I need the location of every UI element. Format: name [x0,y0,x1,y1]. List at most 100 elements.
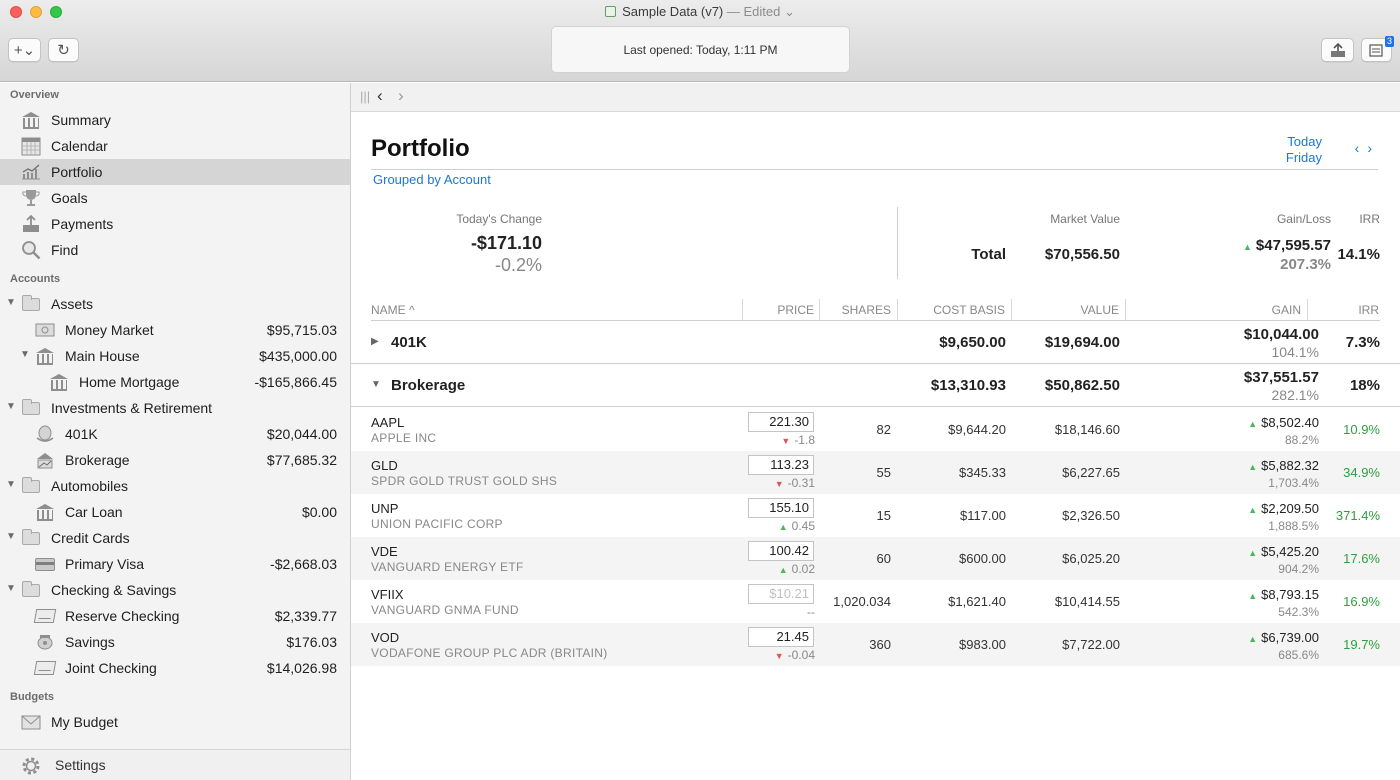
disclosure-triangle-icon[interactable]: ▼ [5,583,17,594]
sidebar-item-primary-visa[interactable]: Primary Visa -$2,668.03 [0,551,350,577]
up-arrow-icon: ▲ [778,522,788,532]
reminders-icon [1368,44,1383,57]
column-header-price[interactable]: PRICE [742,299,820,321]
holding-irr: 371.4% [1335,508,1380,523]
price-change-value: -0.31 [787,476,815,490]
gain-loss-total-value: $47,595.57 [1255,237,1331,254]
sidebar-item-calendar[interactable]: Calendar [0,133,350,159]
column-header-gain[interactable]: GAIN [1125,299,1307,321]
price-input[interactable]: 100.42 [748,541,814,561]
add-button[interactable]: +⌄ [8,38,41,62]
market-value-label: Market Value [1050,212,1120,226]
sidebar-group-assets[interactable]: ▼ Assets [0,291,350,317]
gain-up-arrow-icon: ▲ [1243,242,1252,252]
sidebar-item-portfolio[interactable]: Portfolio [0,159,350,185]
group-row-brokerage[interactable]: ▼ Brokerage $13,310.93 $50,862.50 $37,55… [351,364,1400,407]
account-balance: $14,026.98 [266,660,337,676]
price-change: ▲ 0.45 [779,519,815,533]
column-header-irr[interactable]: IRR [1307,299,1385,321]
holding-gain-amount: $8,793.15 [1261,587,1319,602]
sidebar-toggle-icon[interactable]: ||| [360,89,370,104]
holding-row-gld[interactable]: GLD SPDR GOLD TRUST GOLD SHS 113.23 ▼ -0.… [351,451,1400,494]
sidebar-item-payments[interactable]: Payments [0,211,350,237]
disclosure-triangle-icon[interactable]: ▼ [5,531,17,542]
sidebar-item-brokerage[interactable]: Brokerage $77,685.32 [0,447,350,473]
column-header-shares[interactable]: SHARES [819,299,897,321]
sidebar-item-label: Joint Checking [65,660,157,676]
price-input[interactable]: 21.45 [748,627,814,647]
holding-gain-percent: 904.2% [1278,562,1319,576]
grouping-selector[interactable]: Grouped by Account [373,172,491,187]
group-gain-amount: $10,044.00 [1243,326,1319,343]
sidebar-item-label: Reserve Checking [65,608,180,624]
folder-icon [21,294,41,314]
sidebar-item-money-market[interactable]: Money Market $95,715.03 [0,317,350,343]
date-selector[interactable]: Today Friday [1286,134,1322,166]
irr-label: IRR [1359,212,1380,226]
disclosure-triangle-expanded-icon[interactable]: ▼ [371,379,381,390]
group-name: Brokerage [391,377,466,394]
sidebar-item-find[interactable]: Find [0,237,350,263]
price-change-value: -1.8 [794,433,815,447]
check-icon [33,658,57,678]
bank-icon [35,502,55,522]
sidebar-item-home-mortgage[interactable]: Home Mortgage -$165,866.45 [0,369,350,395]
column-header-value[interactable]: VALUE [1011,299,1125,321]
holding-shares: 15 [876,508,891,523]
next-date-icon[interactable]: › [1367,140,1380,156]
sidebar-item-savings[interactable]: Savings $176.03 [0,629,350,655]
disclosure-triangle-icon[interactable]: ▼ [19,349,31,360]
price-input[interactable]: 155.10 [748,498,814,518]
group-irr: 18% [1349,377,1380,394]
previous-date-icon[interactable]: ‹ [1355,140,1368,156]
disclosure-triangle-icon[interactable]: ▼ [5,297,17,308]
sidebar-item-reserve-checking[interactable]: Reserve Checking $2,339.77 [0,603,350,629]
section-accounts: Accounts [10,273,61,285]
settings-button[interactable]: Settings [0,749,350,780]
column-header-name[interactable]: NAME ^ [371,299,571,321]
up-arrow-icon: ▲ [1248,591,1258,601]
price-change-value: 0.02 [791,562,815,576]
edited-indicator[interactable]: — Edited ⌄ [727,4,795,19]
sidebar-item-my-budget[interactable]: My Budget [0,709,350,735]
price-input[interactable]: $10.21 [748,584,814,604]
window-titlebar: Sample Data (v7) — Edited ⌄ +⌄ ↻ Last op… [0,0,1400,82]
share-button[interactable] [1321,38,1354,62]
reminders-button[interactable]: 3 [1361,36,1394,62]
holding-symbol: GLD [371,458,398,473]
sidebar-group-investments[interactable]: ▼ Investments & Retirement [0,395,350,421]
sidebar-group-automobiles[interactable]: ▼ Automobiles [0,473,350,499]
holding-row-vod[interactable]: VOD VODAFONE GROUP PLC ADR (BRITAIN) 21.… [351,623,1400,666]
sidebar-item-summary[interactable]: Summary [0,107,350,133]
sidebar-item-401k[interactable]: 401K $20,044.00 [0,421,350,447]
holding-row-aapl[interactable]: AAPL APPLE INC 221.30 ▼ -1.8 82 $9,644.20… [351,408,1400,451]
nest-egg-icon [35,424,55,444]
sidebar-item-main-house[interactable]: ▼ Main House $435,000.00 [0,343,350,369]
holding-row-unp[interactable]: UNP UNION PACIFIC CORP 155.10 ▲ 0.45 15 $… [351,494,1400,537]
forward-arrow-icon[interactable]: › [398,86,404,106]
price-input[interactable]: 221.30 [748,412,814,432]
group-row-401k[interactable]: ▶ 401K $9,650.00 $19,694.00 $10,044.00 10… [351,321,1400,364]
holding-gain: ▲ $5,425.20 904.2% [1248,544,1319,577]
sidebar-item-car-loan[interactable]: Car Loan $0.00 [0,499,350,525]
column-header-cost-basis[interactable]: COST BASIS [897,299,1011,321]
sidebar-item-goals[interactable]: Goals [0,185,350,211]
disclosure-triangle-icon[interactable]: ▼ [5,479,17,490]
holding-gain: ▲ $5,882.32 1,703.4% [1248,458,1319,491]
sidebar-item-joint-checking[interactable]: Joint Checking $14,026.98 [0,655,350,681]
holding-value: $6,025.20 [1062,551,1120,566]
sidebar-group-credit-cards[interactable]: ▼ Credit Cards [0,525,350,551]
disclosure-triangle-icon[interactable]: ▼ [5,401,17,412]
price-input[interactable]: 113.23 [748,455,814,475]
holding-row-vfiix[interactable]: VFIIX VANGUARD GNMA FUND $10.21 -- 1,020… [351,580,1400,623]
portfolio-view: Portfolio Grouped by Account Today Frida… [351,112,1400,780]
sidebar-item-label: Goals [51,190,88,206]
disclosure-triangle-collapsed-icon[interactable]: ▶ [371,336,379,347]
holding-row-vde[interactable]: VDE VANGUARD ENERGY ETF 100.42 ▲ 0.02 60 … [351,537,1400,580]
back-arrow-icon[interactable]: ‹ [377,86,383,106]
holding-shares: 60 [876,551,891,566]
holding-gain: ▲ $8,502.40 88.2% [1248,415,1319,448]
refresh-button[interactable]: ↻ [48,38,79,62]
window-title-text: Sample Data (v7) [622,4,724,19]
sidebar-group-checking-savings[interactable]: ▼ Checking & Savings [0,577,350,603]
